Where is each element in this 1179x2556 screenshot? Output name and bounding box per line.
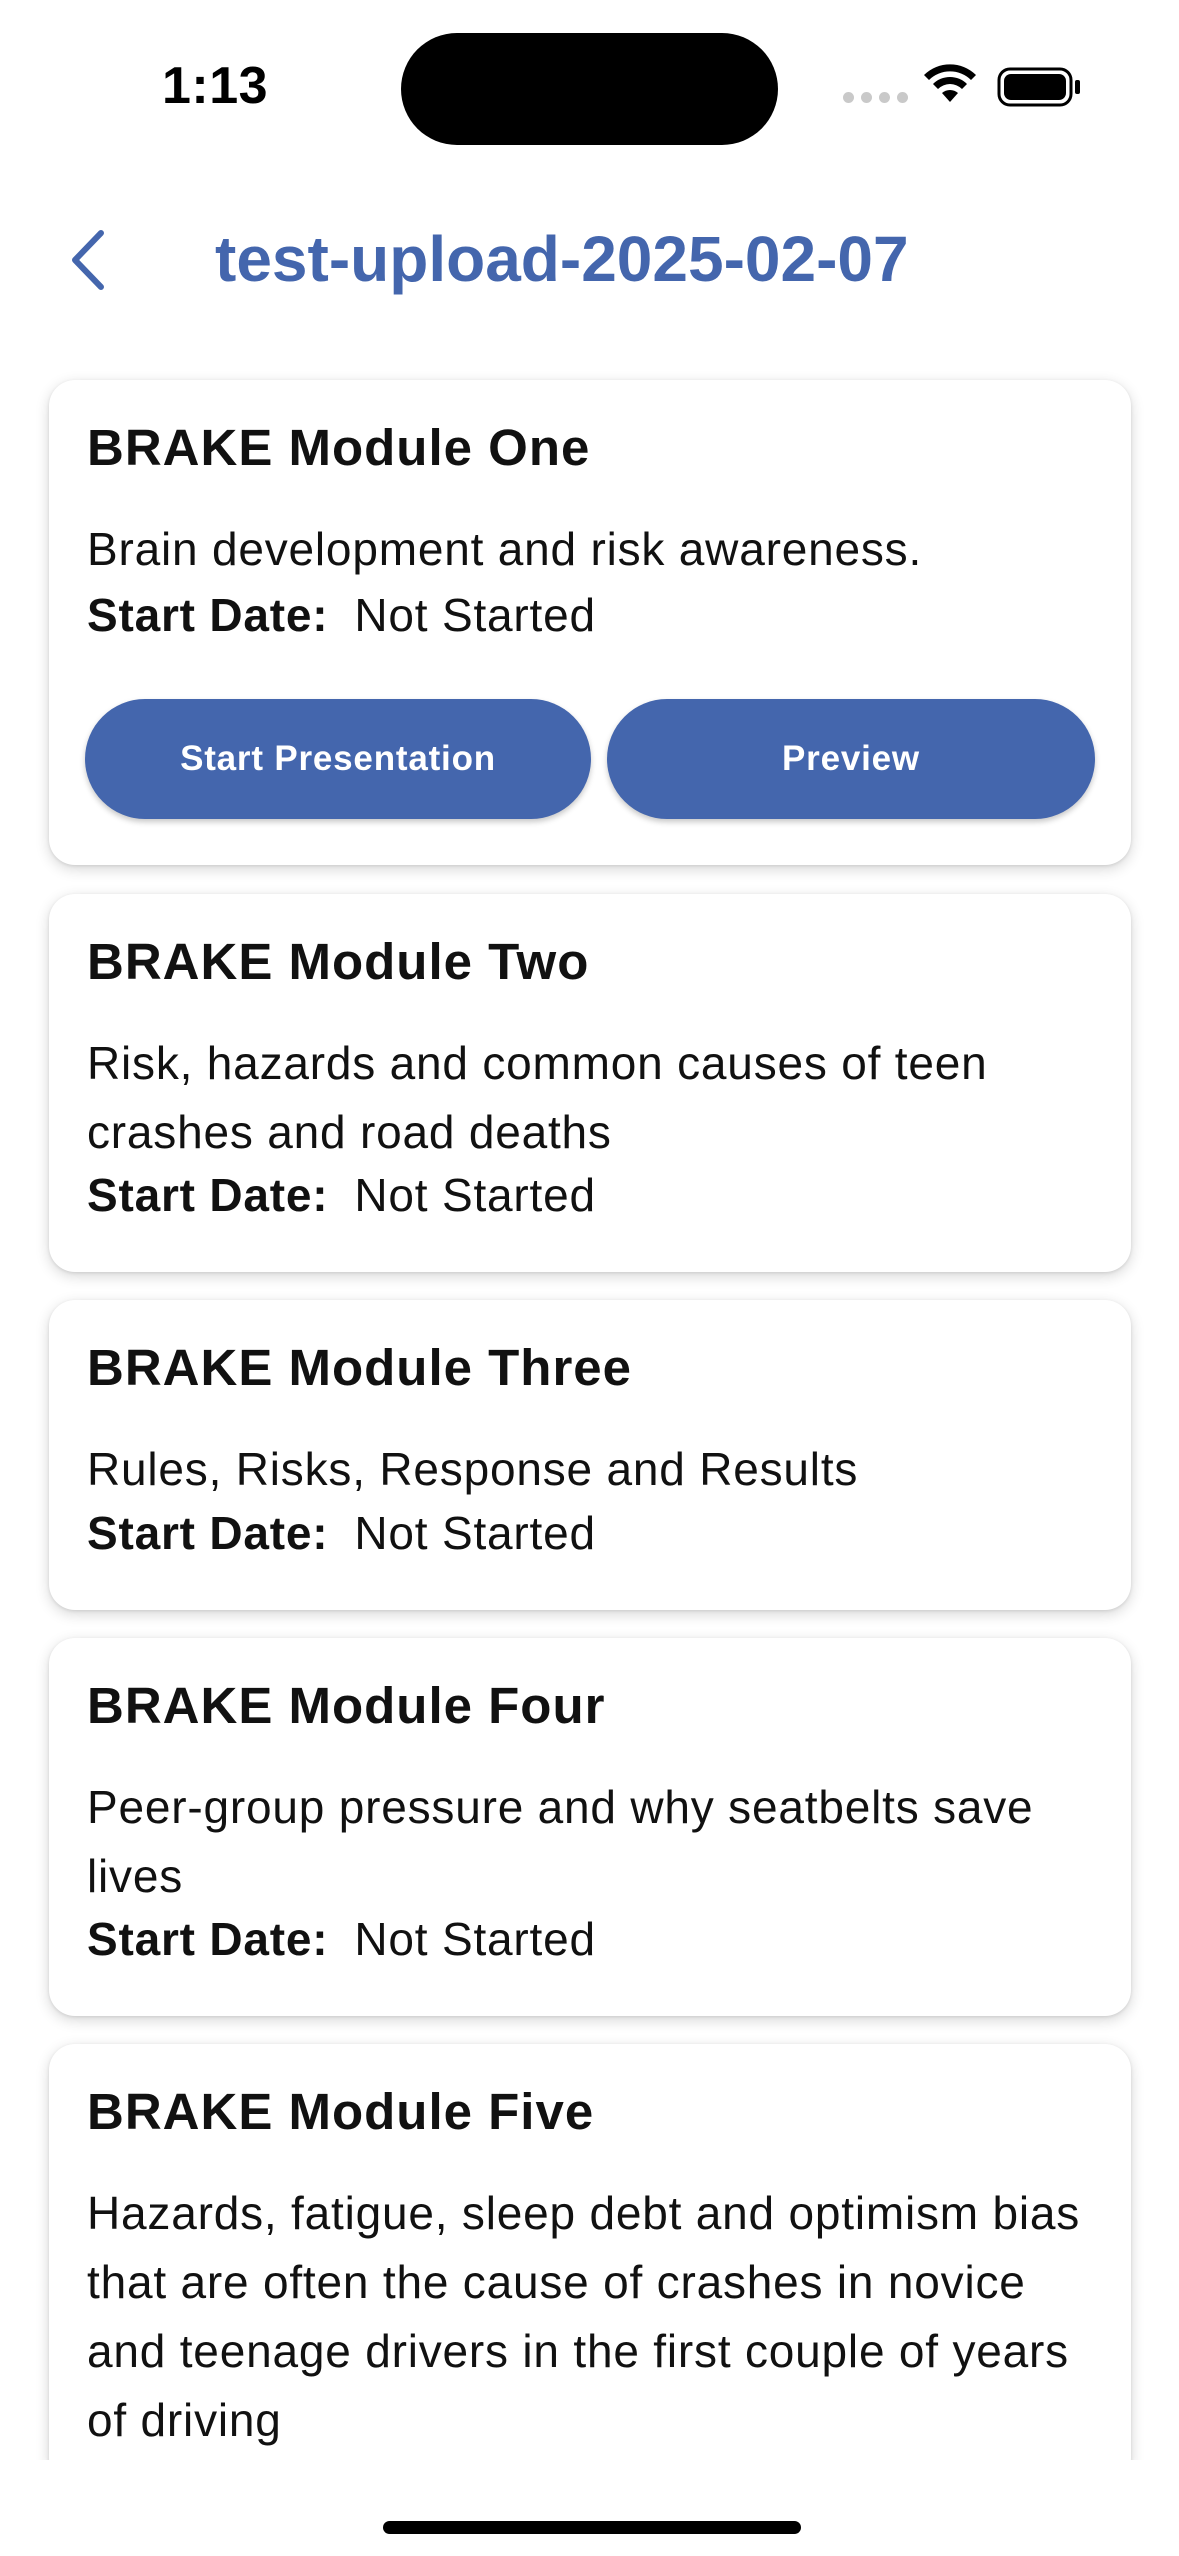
module-description: Hazards, fatigue, sleep debt and optimis… [87,2187,1081,2446]
start-date-row: Start Date: Not Started [87,588,596,642]
module-card-two[interactable]: BRAKE Module Two Risk, hazards and commo… [49,894,1131,1272]
preview-button[interactable]: Preview [607,699,1095,819]
module-description: Brain development and risk awareness. [87,523,923,575]
module-title: BRAKE Module Four [87,1677,606,1734]
chevron-left-icon [72,230,104,290]
module-description: Risk, hazards and common causes of teen … [87,1037,988,1158]
start-date-label: Start Date: [87,1913,329,1965]
start-date-row: Start Date: Not Started [87,1506,596,1560]
module-title: BRAKE Module Three [87,1339,633,1396]
module-title: BRAKE Module Five [87,2083,595,2140]
module-description: Rules, Risks, Response and Results [87,1443,859,1495]
start-date-row: Start Date: Not Started [87,1912,596,1966]
module-card-one: BRAKE Module One Brain development and r… [49,380,1131,865]
module-description: Peer-group pressure and why seatbelts sa… [87,1781,1034,1902]
dynamic-island [401,33,778,145]
start-date-value: Not Started [354,589,596,641]
module-card-five[interactable]: BRAKE Module Five Hazards, fatigue, slee… [49,2044,1131,2484]
start-date-value: Not Started [354,1913,596,1965]
status-bar: 1:13 [0,0,1179,170]
page-title: test-upload-2025-02-07 [215,223,909,295]
module-card-three[interactable]: BRAKE Module Three Rules, Risks, Respons… [49,1300,1131,1610]
start-date-value: Not Started [354,1169,596,1221]
start-date-label: Start Date: [87,1507,329,1559]
start-presentation-button[interactable]: Start Presentation [85,699,591,819]
cellular-signal-icon [843,92,908,103]
module-actions: Start Presentation Preview [85,699,1095,819]
wifi-icon [924,64,976,102]
start-date-label: Start Date: [87,1169,329,1221]
start-date-label: Start Date: [87,589,329,641]
home-indicator[interactable] [383,2521,801,2534]
back-button[interactable] [52,220,122,300]
start-date-value: Not Started [354,1507,596,1559]
module-title: BRAKE Module Two [87,933,590,990]
status-time: 1:13 [161,57,269,115]
battery-icon [997,67,1080,107]
bottom-safe-area [0,2460,1179,2556]
module-card-four[interactable]: BRAKE Module Four Peer-group pressure an… [49,1638,1131,2016]
module-title: BRAKE Module One [87,419,591,476]
navigation-header: test-upload-2025-02-07 [0,200,1179,330]
start-date-row: Start Date: Not Started [87,1168,596,1222]
